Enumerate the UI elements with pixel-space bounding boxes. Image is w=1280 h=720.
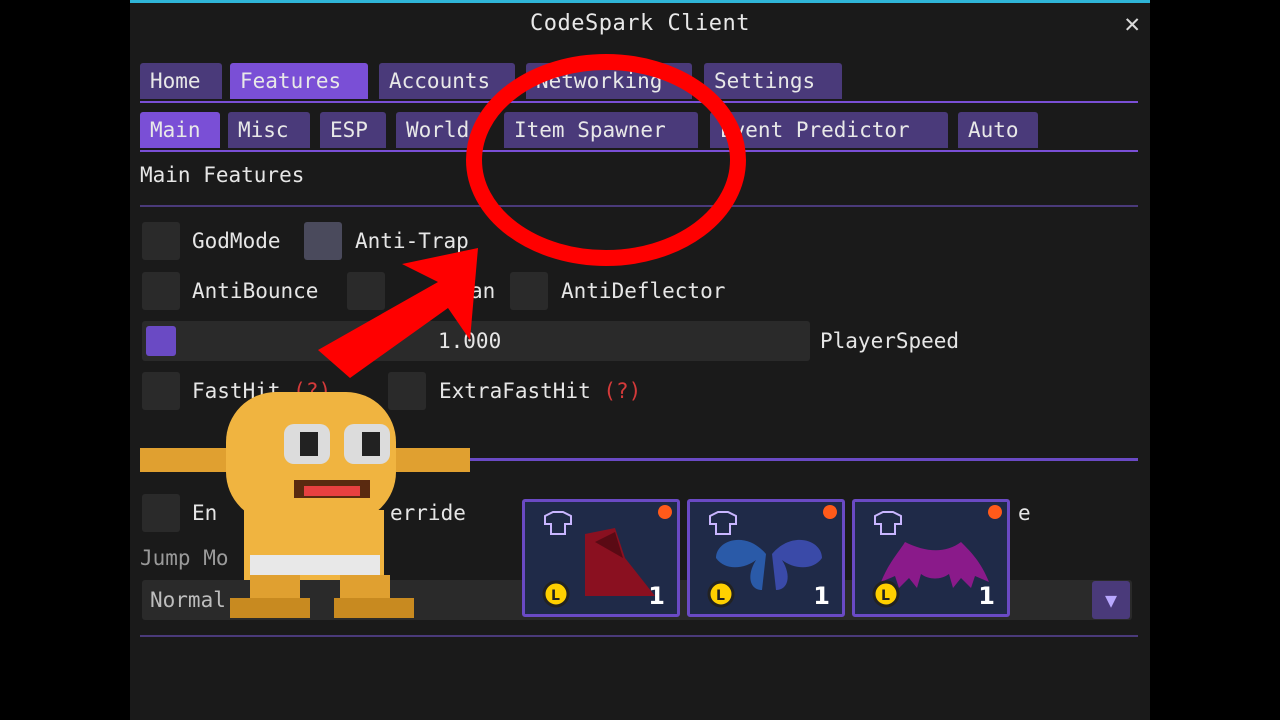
section-title: Main Features xyxy=(140,163,305,187)
extra-fast-hit-help[interactable]: (?) xyxy=(603,379,641,403)
fast-hit-checkbox[interactable] xyxy=(142,372,180,410)
tab-home[interactable]: Home xyxy=(140,63,222,99)
anti-trap-label: Anti-Trap xyxy=(355,229,469,253)
bat-wings-item-card: L 1 xyxy=(852,499,1010,617)
anti-bounce-label: AntiBounce xyxy=(192,279,319,303)
window-title: CodeSpark Client xyxy=(530,11,750,36)
anti-trap-checkbox[interactable] xyxy=(304,222,342,260)
anti-bounce-checkbox[interactable] xyxy=(142,272,180,310)
tab-world[interactable]: World xyxy=(396,112,482,148)
wings-item-card: L 1 xyxy=(687,499,845,617)
extra-fast-hit-checkbox[interactable] xyxy=(388,372,426,410)
tab-accounts[interactable]: Accounts xyxy=(379,63,515,99)
bottom-separator xyxy=(140,635,1138,637)
tab-misc[interactable]: Misc xyxy=(228,112,310,148)
tab-main[interactable]: Main xyxy=(140,112,220,148)
main-tab-bar: Home Features Accounts Networking Settin… xyxy=(130,63,1150,103)
jump-section-separator xyxy=(140,458,1138,461)
main-tab-underline xyxy=(140,101,1138,103)
svg-text:L: L xyxy=(881,588,890,604)
anti-deflector-checkbox[interactable] xyxy=(510,272,548,310)
sub-tab-underline xyxy=(140,150,1138,152)
sub-tab-bar: Main Misc ESP World Item Spawner Event P… xyxy=(130,112,1150,152)
anti-deflector-label: AntiDeflector xyxy=(561,279,726,303)
tab-settings[interactable]: Settings xyxy=(704,63,842,99)
player-speed-slider[interactable]: 1.000 xyxy=(142,321,810,361)
extra-fast-hit-label: ExtraFastHit (?) xyxy=(439,379,642,403)
override-label: erride xyxy=(390,501,466,525)
tab-item-spawner[interactable]: Item Spawner xyxy=(504,112,698,148)
anti-ban-checkbox[interactable] xyxy=(347,272,385,310)
item-count: 1 xyxy=(648,582,665,610)
section-separator xyxy=(140,205,1138,207)
tab-auto[interactable]: Auto xyxy=(958,112,1038,148)
jump-mode-value: Normal xyxy=(150,588,226,612)
tab-features[interactable]: Features xyxy=(230,63,368,99)
close-icon[interactable]: ✕ xyxy=(1124,9,1140,39)
godmode-label: GodMode xyxy=(192,229,281,253)
tab-esp[interactable]: ESP xyxy=(320,112,386,148)
svg-text:L: L xyxy=(551,588,560,604)
player-speed-label: PlayerSpeed xyxy=(820,329,960,353)
tab-networking[interactable]: Networking xyxy=(526,63,692,99)
item-count: 1 xyxy=(978,582,995,610)
right-option-label: e xyxy=(1018,501,1031,525)
player-speed-value: 1.000 xyxy=(438,329,502,353)
title-bar[interactable]: CodeSpark Client ✕ xyxy=(130,3,1150,47)
chevron-down-icon[interactable]: ▼ xyxy=(1092,581,1130,619)
jump-mode-label: Jump Mo xyxy=(140,546,229,570)
enable-override-checkbox[interactable] xyxy=(142,494,180,532)
cape-item-card: L 1 xyxy=(522,499,680,617)
anti-ban-label: an xyxy=(470,279,496,303)
fast-hit-label: FastHit (?) xyxy=(192,379,332,403)
slider-grab-handle[interactable] xyxy=(146,326,176,356)
svg-text:L: L xyxy=(716,588,725,604)
item-count: 1 xyxy=(813,582,830,610)
godmode-checkbox[interactable] xyxy=(142,222,180,260)
fast-hit-help[interactable]: (?) xyxy=(293,379,331,403)
tab-event-predictor[interactable]: Event Predictor xyxy=(710,112,948,148)
enable-label: En xyxy=(192,501,218,525)
